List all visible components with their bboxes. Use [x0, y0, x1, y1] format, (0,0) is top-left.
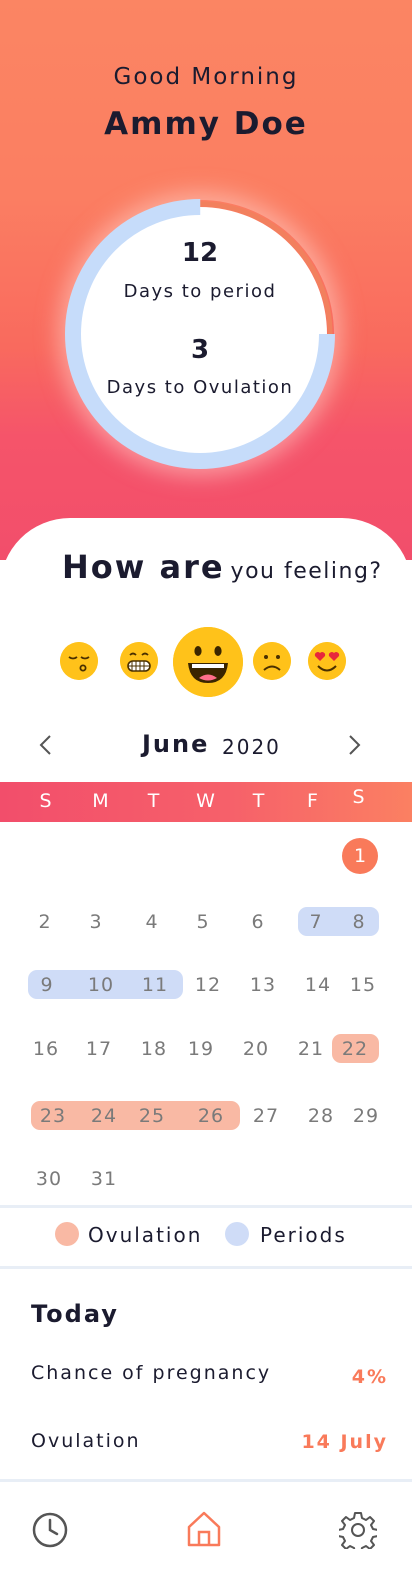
ovulation-date-value: 14 July: [301, 1431, 388, 1453]
weekday-sun: S: [39, 790, 53, 812]
calendar-day-selected[interactable]: 1: [342, 838, 378, 874]
pregnancy-chance-label: Chance of pregnancy: [31, 1362, 272, 1384]
weekday-mon: M: [92, 790, 110, 812]
calendar-day[interactable]: 27: [248, 1105, 284, 1127]
periods-legend-label: Periods: [260, 1223, 347, 1247]
calendar-day[interactable]: 7: [298, 911, 334, 933]
days-to-ovulation-label: Days to Ovulation: [106, 377, 294, 398]
sleepy-face-icon[interactable]: [60, 642, 98, 680]
calendar-day[interactable]: 11: [137, 974, 173, 996]
mood-title-bold: How are: [62, 548, 225, 586]
calendar-day[interactable]: 25: [134, 1105, 170, 1127]
legend-bottom-divider: [0, 1266, 412, 1269]
calendar-month: June: [142, 730, 210, 758]
calendar-day[interactable]: 30: [31, 1168, 67, 1190]
user-name: Ammy Doe: [104, 106, 308, 142]
calendar-day[interactable]: 31: [86, 1168, 122, 1190]
mood-title: How are you feeling?: [62, 548, 383, 586]
calendar-day[interactable]: 12: [190, 974, 226, 996]
clock-icon[interactable]: [32, 1512, 68, 1548]
calendar-day[interactable]: 29: [348, 1105, 384, 1127]
cycle-ring: [60, 194, 340, 474]
weekday-wed: W: [196, 790, 216, 812]
ovulation-legend-dot: [55, 1222, 79, 1246]
greeting-text: Good Morning: [113, 64, 299, 90]
calendar-day[interactable]: 3: [78, 911, 114, 933]
calendar-day[interactable]: 15: [345, 974, 381, 996]
calendar-day[interactable]: 24: [86, 1105, 122, 1127]
heart-eyes-face-icon[interactable]: [308, 642, 346, 680]
calendar-day[interactable]: 21: [293, 1038, 329, 1060]
calendar-day[interactable]: 28: [303, 1105, 339, 1127]
calendar-day[interactable]: 6: [240, 911, 276, 933]
calendar-day[interactable]: 14: [300, 974, 336, 996]
cycle-ring-graphic: [65, 199, 335, 469]
weekday-tue: T: [147, 790, 161, 812]
gear-icon[interactable]: [339, 1511, 377, 1549]
calendar-day[interactable]: 13: [245, 974, 281, 996]
calendar-day[interactable]: 5: [185, 911, 221, 933]
days-to-period-label: Days to period: [123, 281, 277, 302]
calendar-day[interactable]: 16: [28, 1038, 64, 1060]
today-title: Today: [31, 1300, 119, 1328]
calendar-day[interactable]: 18: [136, 1038, 172, 1060]
calendar-day[interactable]: 20: [238, 1038, 274, 1060]
calendar-day[interactable]: 9: [29, 974, 65, 996]
days-to-period-value: 12: [181, 238, 219, 268]
weekday-header: S M T W T F S: [0, 782, 412, 822]
legend-top-divider: [0, 1205, 412, 1208]
calendar-year: 2020: [222, 735, 281, 759]
periods-legend-dot: [225, 1222, 249, 1246]
mood-title-light: you feeling?: [230, 559, 383, 584]
calendar-day[interactable]: 17: [81, 1038, 117, 1060]
tabbar-divider: [0, 1479, 412, 1482]
ovulation-date-label: Ovulation: [31, 1430, 141, 1452]
ovulation-legend-label: Ovulation: [88, 1223, 203, 1247]
bottom-tab-bar: [0, 1484, 412, 1577]
weekday-sat: S: [352, 786, 366, 808]
calendar-day[interactable]: 26: [193, 1105, 229, 1127]
laughing-face-icon[interactable]: [173, 627, 243, 697]
home-icon[interactable]: [186, 1510, 222, 1548]
days-to-ovulation-value: 3: [190, 335, 210, 365]
calendar-day[interactable]: 19: [183, 1038, 219, 1060]
previous-month-chevron-icon[interactable]: [36, 730, 56, 760]
calendar-day[interactable]: 8: [341, 911, 377, 933]
calendar-day[interactable]: 2: [27, 911, 63, 933]
weekday-fri: F: [307, 790, 319, 812]
calendar-day[interactable]: 10: [83, 974, 119, 996]
next-month-chevron-icon[interactable]: [344, 730, 364, 760]
pregnancy-chance-value: 4%: [351, 1366, 388, 1388]
calendar-day[interactable]: 4: [134, 911, 170, 933]
sad-face-icon[interactable]: [253, 642, 291, 680]
grinning-face-icon[interactable]: [120, 642, 158, 680]
calendar-day[interactable]: 22: [337, 1038, 373, 1060]
weekday-thu: T: [252, 790, 266, 812]
calendar-day[interactable]: 23: [35, 1105, 71, 1127]
